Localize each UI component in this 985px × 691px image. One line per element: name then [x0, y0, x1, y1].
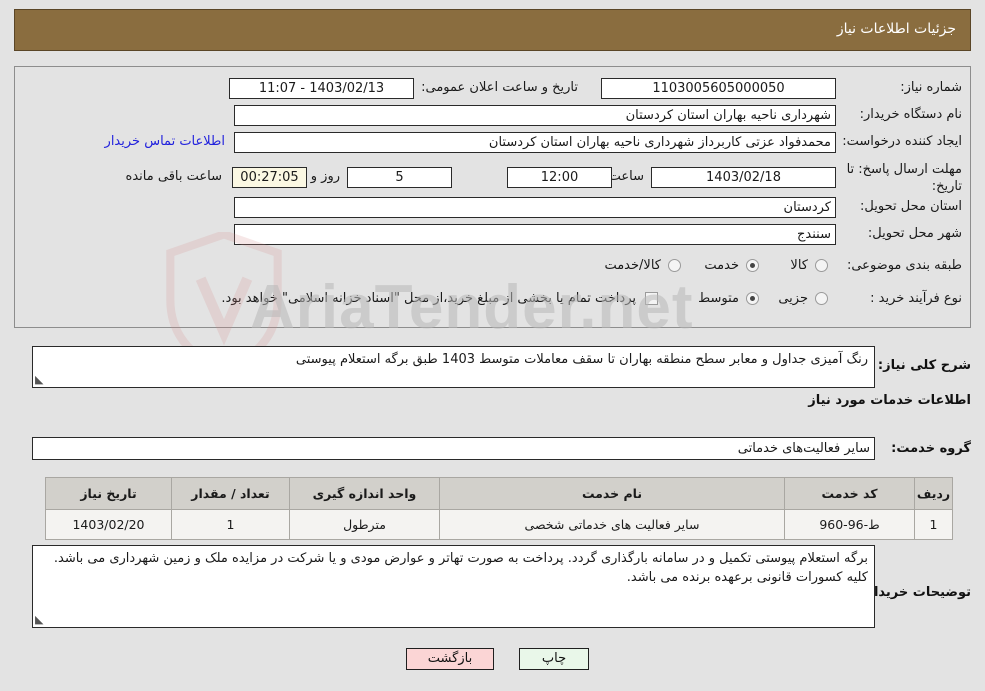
col-radif: ردیف: [914, 477, 953, 510]
label-category: طبقه بندی موضوعی:: [846, 258, 962, 273]
field-deadline-date[interactable]: 1403/02/18: [651, 167, 836, 188]
radio-category-khedmat[interactable]: [746, 259, 759, 272]
table-row: 1 ط-96-960 سایر فعالیت های خدماتی شخصی م…: [45, 509, 953, 540]
label-day-and: روز و: [310, 169, 340, 184]
table-header-row: ردیف کد خدمت نام خدمت واحد اندازه گیری ت…: [45, 477, 953, 510]
label-remaining: ساعت باقی مانده: [125, 169, 222, 184]
back-button[interactable]: بازگشت: [406, 648, 494, 670]
label-purchase-type: نوع فرآیند خرید :: [870, 291, 962, 306]
col-unit: واحد اندازه گیری: [289, 477, 440, 510]
radio-category-kala-khedmat[interactable]: [668, 259, 681, 272]
label-city: شهر محل تحویل:: [867, 226, 962, 241]
label-buyer-notes: توضیحات خریدار:: [861, 585, 971, 600]
label-general-description: شرح کلی نیاز:: [877, 358, 971, 373]
page-header-bar: جزئیات اطلاعات نیاز: [14, 9, 971, 51]
resize-handle-icon[interactable]: ◢: [35, 613, 47, 626]
field-need-number[interactable]: 1103005605000050: [601, 78, 836, 99]
cell-date: 1403/02/20: [45, 509, 172, 540]
heading-services: اطلاعات خدمات مورد نیاز: [808, 393, 971, 408]
col-date: تاریخ نیاز: [45, 477, 172, 510]
label-buyer-org: نام دستگاه خریدار:: [859, 107, 962, 122]
label-service-group: گروه خدمت:: [891, 441, 971, 456]
field-requester[interactable]: محمدفواد عزتی کاربرداز شهرداری ناحیه بها…: [234, 132, 836, 153]
buyer-notes-text: برگه استعلام پیوستی تکمیل و در سامانه با…: [53, 551, 868, 585]
field-countdown: 00:27:05: [232, 167, 307, 188]
cell-qty: 1: [171, 509, 290, 540]
label-province: استان محل تحویل:: [860, 199, 962, 214]
services-table-wrapper: ردیف کد خدمت نام خدمت واحد اندازه گیری ت…: [45, 477, 953, 540]
label-hour: ساعت: [608, 169, 644, 184]
col-name: نام خدمت: [439, 477, 785, 510]
field-service-group[interactable]: سایر فعالیت‌های خدماتی: [32, 437, 875, 460]
print-button[interactable]: چاپ: [519, 648, 589, 670]
cell-unit: مترطول: [289, 509, 440, 540]
field-days-left[interactable]: 5: [347, 167, 452, 188]
field-city[interactable]: سنندج: [234, 224, 836, 245]
need-info-panel: شماره نیاز: 1103005605000050 تاریخ و ساع…: [14, 66, 971, 328]
field-deadline-hour[interactable]: 12:00: [507, 167, 612, 188]
field-buyer-org[interactable]: شهرداری ناحیه بهاران استان کردستان: [234, 105, 836, 126]
services-table: ردیف کد خدمت نام خدمت واحد اندازه گیری ت…: [45, 477, 953, 540]
radio-label-purchase-0[interactable]: جزیی: [778, 291, 808, 306]
radio-category-kala[interactable]: [815, 259, 828, 272]
cell-name: سایر فعالیت های خدماتی شخصی: [439, 509, 785, 540]
field-announce-datetime[interactable]: 1403/02/13 - 11:07: [229, 78, 414, 99]
radio-purchase-jozei[interactable]: [815, 292, 828, 305]
buyer-contact-link[interactable]: اطلاعات تماس خریدار: [105, 134, 225, 149]
radio-purchase-motevasset[interactable]: [746, 292, 759, 305]
radio-label-purchase-1[interactable]: متوسط: [698, 291, 739, 306]
field-buyer-notes[interactable]: برگه استعلام پیوستی تکمیل و در سامانه با…: [32, 545, 875, 628]
cell-radif: 1: [914, 509, 953, 540]
field-province[interactable]: کردستان: [234, 197, 836, 218]
checkbox-label-islamic-treasury[interactable]: پرداخت تمام یا بخشی از مبلغ خرید،از محل …: [221, 291, 636, 306]
col-qty: تعداد / مقدار: [171, 477, 290, 510]
col-code: کد خدمت: [784, 477, 915, 510]
resize-handle-icon[interactable]: ◢: [35, 373, 47, 386]
general-description-text: رنگ آمیزی جداول و معابر سطح منطقه بهاران…: [295, 352, 868, 367]
radio-label-category-1[interactable]: خدمت: [704, 258, 739, 273]
label-deadline: مهلت ارسال پاسخ: تا تاریخ:: [846, 162, 962, 194]
field-general-description[interactable]: رنگ آمیزی جداول و معابر سطح منطقه بهاران…: [32, 346, 875, 388]
cell-code: ط-96-960: [784, 509, 915, 540]
label-need-number: شماره نیاز:: [900, 80, 962, 95]
checkbox-islamic-treasury[interactable]: [645, 292, 658, 305]
page-root: AriaTender.net جزئیات اطلاعات نیاز شماره…: [0, 0, 985, 691]
label-requester: ایجاد کننده درخواست:: [842, 134, 962, 149]
radio-label-category-0[interactable]: کالا: [790, 258, 808, 273]
label-announce-datetime: تاریخ و ساعت اعلان عمومی:: [421, 80, 578, 95]
radio-label-category-2[interactable]: کالا/خدمت: [604, 258, 661, 273]
page-title: جزئیات اطلاعات نیاز: [836, 21, 956, 37]
